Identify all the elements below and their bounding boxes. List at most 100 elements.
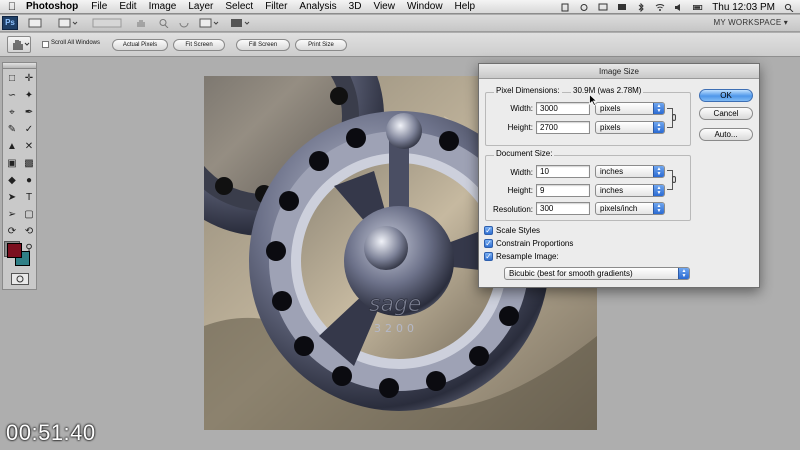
scale-styles-checkbox[interactable]: ✓ <box>484 226 493 235</box>
cancel-button[interactable]: Cancel <box>699 107 753 120</box>
spotlight-icon[interactable] <box>784 3 794 12</box>
rotate-view-icon[interactable] <box>178 18 190 28</box>
path-selection-tool-icon[interactable]: ➢ <box>4 207 20 223</box>
menu-select[interactable]: Select <box>219 1 259 12</box>
crop-tool-icon[interactable]: ⌖ <box>4 105 20 121</box>
options-bar: Scroll All Windows Actual Pixels Fit Scr… <box>0 33 800 57</box>
scroll-all-windows-checkbox[interactable] <box>42 41 49 48</box>
resample-method-value: Bicubic (best for smooth gradients) <box>509 269 633 278</box>
history-brush-tool-icon[interactable]: ✕ <box>21 139 37 155</box>
menu-clock[interactable]: Thu 12:03 PM <box>712 2 775 13</box>
tools-panel: □ ✛ ∽ ✦ ⌖ ✒ ✎ ✓ ▲ ✕ ▣ ▩ ◆ ● ➤ T ➢ ▢ ⟳ ⟲ … <box>2 62 37 290</box>
reel-model-text: 3200 <box>374 322 418 335</box>
quick-select-tool-icon[interactable]: ✦ <box>21 88 37 104</box>
resolution-input[interactable]: 300 <box>536 202 590 215</box>
menu-app-name[interactable]: Photoshop <box>24 1 85 12</box>
menu-analysis[interactable]: Analysis <box>293 1 342 12</box>
menu-3d[interactable]: 3D <box>343 1 368 12</box>
print-size-button[interactable]: Print Size <box>295 39 347 51</box>
quick-mask-icon <box>16 275 24 283</box>
3d-orbit-tool-icon[interactable]: ⟲ <box>21 224 37 240</box>
menu-edit[interactable]: Edit <box>113 1 142 12</box>
menu-file[interactable]: File <box>85 1 113 12</box>
display-icon[interactable] <box>617 3 627 12</box>
sync-icon[interactable] <box>579 3 589 12</box>
menu-window[interactable]: Window <box>401 1 449 12</box>
doc-height-unit-select[interactable]: inches ▲ ▼ <box>595 184 665 197</box>
view-extras-icon[interactable] <box>58 18 78 28</box>
doc-width-input[interactable]: 10 <box>536 165 590 178</box>
bridge-icon[interactable] <box>28 18 42 28</box>
resolution-unit-select[interactable]: pixels/inch ▲ ▼ <box>595 202 665 215</box>
pixel-dimensions-title: Pixel Dimensions: <box>494 86 562 95</box>
eraser-tool-icon[interactable]: ▣ <box>4 156 20 172</box>
scale-styles-option[interactable]: ✓ Scale Styles <box>484 226 540 235</box>
clone-stamp-tool-icon[interactable]: ▲ <box>4 139 20 155</box>
menu-layer[interactable]: Layer <box>182 1 219 12</box>
resample-method-select[interactable]: Bicubic (best for smooth gradients) ▲ ▼ <box>504 267 690 280</box>
menu-extras: Thu 12:03 PM <box>560 0 794 14</box>
tool-preset-picker[interactable] <box>7 36 31 53</box>
fit-screen-button[interactable]: Fit Screen <box>173 39 225 51</box>
wifi-icon[interactable] <box>655 3 665 12</box>
doc-width-unit-select[interactable]: inches ▲ ▼ <box>595 165 665 178</box>
lasso-tool-icon[interactable]: ∽ <box>4 88 20 104</box>
healing-brush-tool-icon[interactable]: ✎ <box>4 122 20 138</box>
volume-icon[interactable] <box>674 3 684 12</box>
pixel-height-label: Height: <box>507 123 533 132</box>
battery-icon[interactable] <box>693 3 703 12</box>
shape-tool-icon[interactable]: ▢ <box>21 207 37 223</box>
ok-button[interactable]: OK <box>699 89 753 102</box>
auto-button[interactable]: Auto... <box>699 128 753 141</box>
pixel-width-unit-value: pixels <box>600 104 621 113</box>
doc-height-input[interactable]: 9 <box>536 184 590 197</box>
arrange-documents-icon[interactable] <box>199 18 221 28</box>
fill-screen-button[interactable]: Fill Screen <box>236 39 290 51</box>
zoom-level-icon[interactable] <box>92 18 122 28</box>
pixel-width-input[interactable]: 3000 <box>536 102 590 115</box>
pixel-height-input[interactable]: 2700 <box>536 121 590 134</box>
menu-help[interactable]: Help <box>449 1 482 12</box>
type-tool-icon[interactable]: T <box>21 190 37 206</box>
video-timestamp: 00:51:40 <box>6 420 96 445</box>
resample-image-option[interactable]: ✓ Resample Image: <box>484 252 559 261</box>
zoom-tool-bar-icon[interactable] <box>158 18 170 28</box>
menu-view[interactable]: View <box>367 1 401 12</box>
foreground-color-swatch[interactable] <box>7 243 22 258</box>
time-machine-icon[interactable] <box>598 3 608 12</box>
apple-menu-icon[interactable]:  <box>0 1 24 13</box>
pixel-width-unit-select[interactable]: pixels ▲ ▼ <box>595 102 665 115</box>
bluetooth-icon[interactable] <box>636 2 646 12</box>
reel-brand-text: sage <box>369 292 421 317</box>
doc-width-label: Width: <box>510 168 533 177</box>
doc-height-unit-value: inches <box>600 186 624 195</box>
eyedropper-tool-icon[interactable]: ✒ <box>21 105 37 121</box>
menu-filter[interactable]: Filter <box>259 1 293 12</box>
workspace-switcher[interactable]: MY WORKSPACE ▾ <box>713 18 788 27</box>
move-tool-icon[interactable]: ✛ <box>21 71 37 87</box>
gradient-tool-icon[interactable]: ▩ <box>21 156 37 172</box>
dialog-title[interactable]: Image Size <box>479 64 759 79</box>
hand-icon <box>13 40 30 50</box>
marquee-tool-icon[interactable]: □ <box>4 71 20 87</box>
constrain-proportions-option[interactable]: ✓ Constrain Proportions <box>484 239 573 248</box>
pixel-height-unit-select[interactable]: pixels ▲ ▼ <box>595 121 665 134</box>
doc-height-label: Height: <box>507 186 533 195</box>
screen-mode-icon[interactable] <box>230 18 250 28</box>
menu-image[interactable]: Image <box>143 1 183 12</box>
blur-tool-icon[interactable]: ◆ <box>4 173 20 189</box>
quick-mask-button[interactable] <box>11 273 29 285</box>
select-arrows-icon: ▲ ▼ <box>653 166 664 177</box>
hand-tool-bar-icon[interactable] <box>135 18 147 28</box>
script-menu-icon[interactable] <box>560 3 570 12</box>
mac-menu-bar:  Photoshop File Edit Image Layer Select… <box>0 0 800 14</box>
brush-tool-icon[interactable]: ✓ <box>21 122 37 138</box>
resample-image-checkbox[interactable]: ✓ <box>484 252 493 261</box>
application-bar: Ps MY WORKSPACE ▾ <box>0 15 800 32</box>
pen-tool-icon[interactable]: ➤ <box>4 190 20 206</box>
actual-pixels-button[interactable]: Actual Pixels <box>112 39 168 51</box>
dodge-tool-icon[interactable]: ● <box>21 173 37 189</box>
constrain-proportions-checkbox[interactable]: ✓ <box>484 239 493 248</box>
resample-image-label: Resample Image: <box>496 252 559 261</box>
3d-rotate-tool-icon[interactable]: ⟳ <box>4 224 20 240</box>
